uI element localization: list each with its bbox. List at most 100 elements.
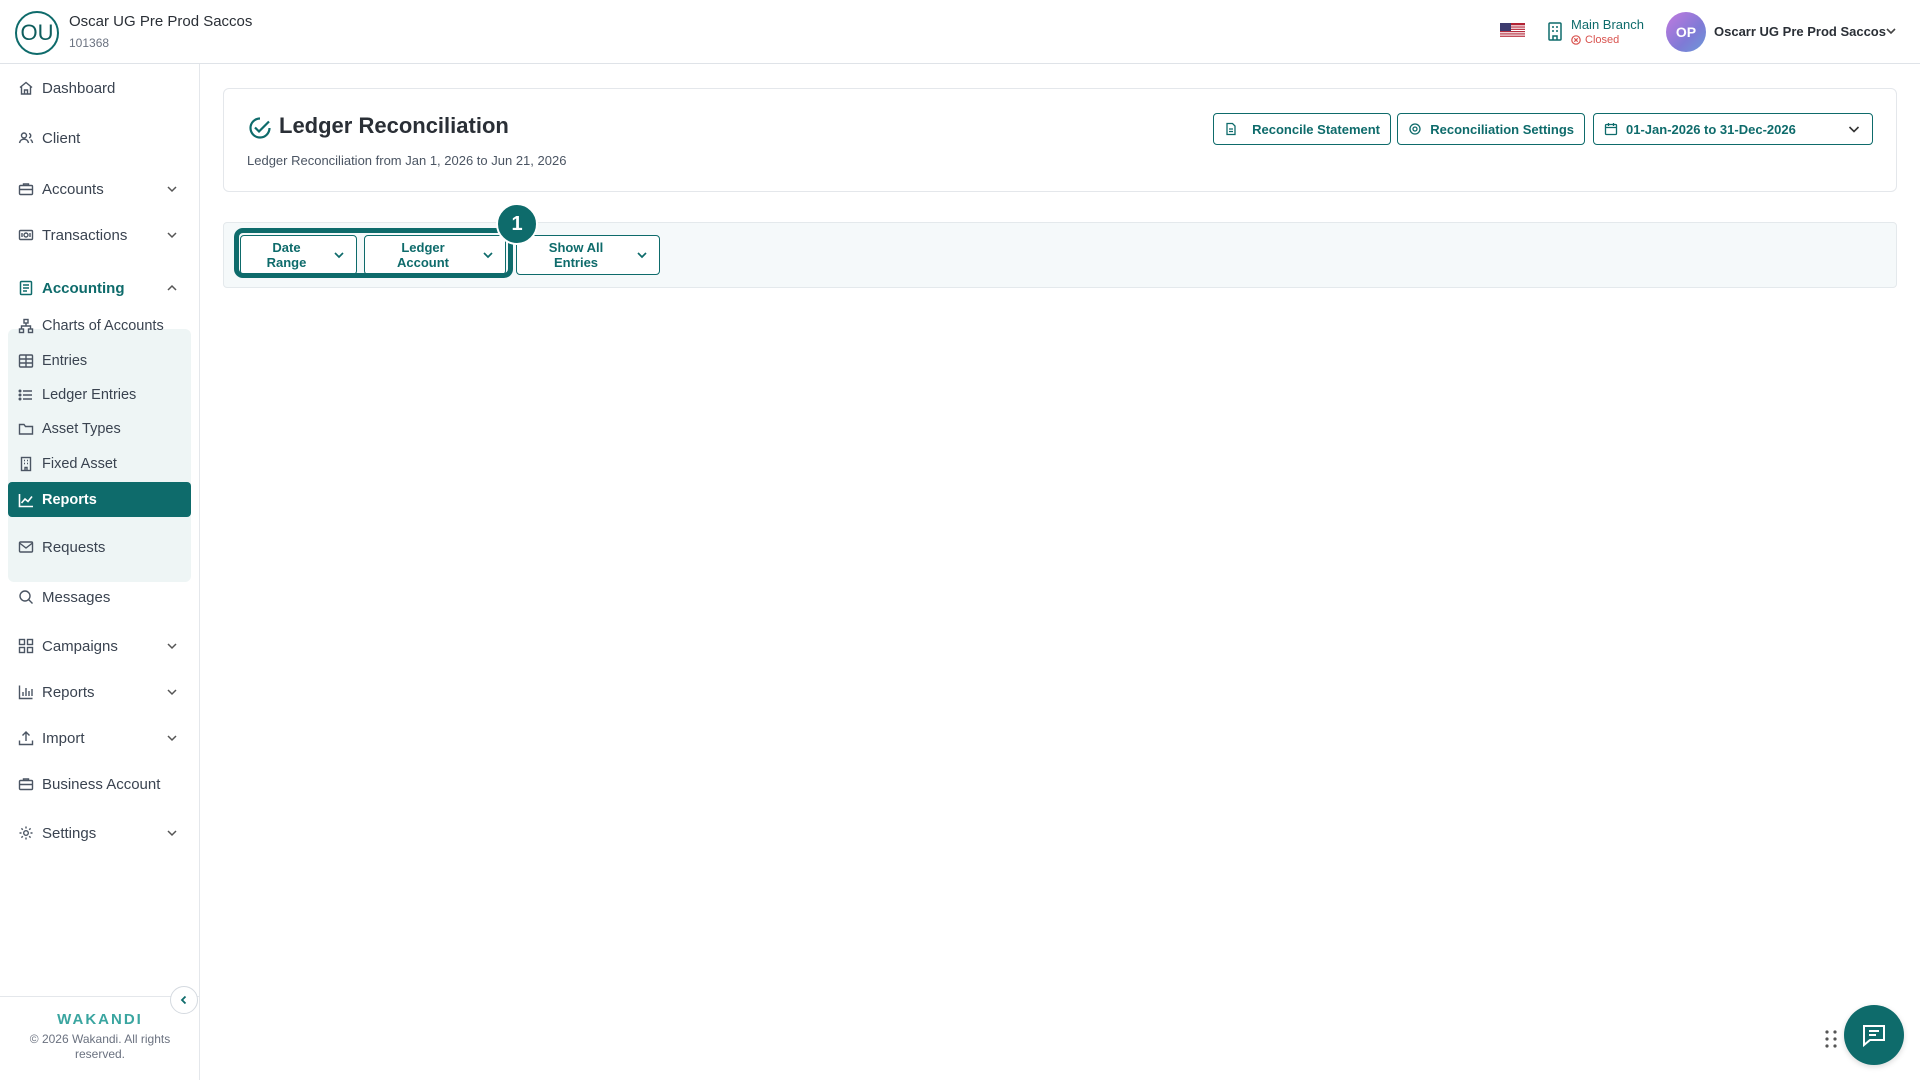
- sidebar-item-label: Business Account: [42, 775, 161, 793]
- page-title: Ledger Reconciliation: [279, 113, 509, 138]
- org-id: 101368: [69, 36, 110, 50]
- bar-chart-icon: [18, 684, 34, 700]
- chevron-down-icon[interactable]: [165, 182, 179, 196]
- users-icon: [18, 130, 34, 146]
- branch-status: Closed: [1571, 34, 1619, 46]
- gear-icon: [18, 825, 34, 841]
- sidebar-item-accounting-reports[interactable]: Reports: [8, 482, 191, 517]
- date-range-picker[interactable]: 01-Jan-2026 to 31-Dec-2026: [1593, 113, 1873, 145]
- sidebar-item-client[interactable]: Client: [8, 120, 191, 156]
- show-entries-filter[interactable]: Show All Entries: [516, 235, 660, 275]
- upload-icon: [18, 730, 34, 746]
- briefcase-icon: [18, 776, 34, 792]
- sidebar-item-asset-types[interactable]: Asset Types: [8, 413, 191, 445]
- money-icon: [18, 227, 34, 243]
- date-range-value: 01-Jan-2026 to 31-Dec-2026: [1626, 121, 1796, 137]
- chevron-down-icon[interactable]: [165, 685, 179, 699]
- sidebar-item-label: Accounting: [42, 279, 125, 297]
- sidebar-item-label: Import: [42, 729, 85, 747]
- sidebar-item-label: Ledger Entries: [42, 387, 137, 403]
- org-name: Oscar UG Pre Prod Saccos: [69, 13, 253, 30]
- sidebar-item-label: Campaigns: [42, 637, 118, 655]
- close-circle-icon: [1571, 35, 1581, 45]
- sidebar-item-transactions[interactable]: Transactions: [8, 217, 191, 253]
- reconciliation-settings-label: Reconciliation Settings: [1430, 121, 1574, 137]
- top-header: OU Oscar UG Pre Prod Saccos 101368 Main …: [0, 0, 1920, 64]
- sidebar-item-campaigns[interactable]: Campaigns: [8, 628, 191, 664]
- org-avatar[interactable]: OU: [15, 11, 59, 55]
- sidebar-item-label: Charts of Accounts: [42, 318, 164, 334]
- sidebar-footer: WAKANDI © 2026 Wakandi. All rights reser…: [0, 996, 200, 1080]
- sidebar-item-label: Entries: [42, 353, 88, 369]
- user-avatar[interactable]: OP: [1666, 12, 1706, 52]
- chevron-down-icon: [635, 248, 649, 262]
- sidebar-item-label: Requests: [42, 538, 106, 556]
- grid-icon: [18, 638, 34, 654]
- tutorial-highlight: [234, 228, 513, 278]
- sidebar-item-dashboard[interactable]: Dashboard: [8, 70, 191, 106]
- sidebar-item-label: Accounts: [42, 180, 104, 198]
- chevron-up-icon[interactable]: [165, 281, 179, 295]
- sidebar-item-label: Reports: [42, 683, 95, 701]
- us-flag-icon[interactable]: [1500, 23, 1525, 38]
- collapse-sidebar-button[interactable]: [170, 986, 198, 1014]
- sidebar-item-label: Fixed Asset: [42, 456, 117, 472]
- tutorial-step-badge: 1: [496, 203, 538, 245]
- branch-building-icon: [1546, 21, 1564, 41]
- chat-bubble-icon: [1860, 1021, 1888, 1049]
- document-icon: [1224, 122, 1238, 136]
- sidebar-item-label: Transactions: [42, 226, 128, 244]
- reconciliation-settings-button[interactable]: Reconciliation Settings: [1397, 113, 1585, 145]
- chat-search-icon: [18, 589, 34, 605]
- chart-line-icon: [18, 492, 34, 508]
- sidebar-item-label: Messages: [42, 588, 111, 606]
- brand-logo: WAKANDI: [57, 1011, 143, 1028]
- building-icon: [18, 456, 34, 472]
- chevron-left-icon: [178, 994, 190, 1006]
- chevron-down-icon[interactable]: [165, 826, 179, 840]
- branch-status-label: Closed: [1585, 34, 1620, 46]
- show-entries-filter-label: Show All Entries: [548, 240, 604, 270]
- sidebar-item-accounting[interactable]: Accounting: [8, 270, 191, 306]
- sidebar-item-charts-of-accounts[interactable]: Charts of Accounts: [8, 310, 191, 342]
- gear-icon: [1408, 122, 1422, 136]
- chevron-down-icon[interactable]: [1884, 24, 1898, 38]
- sidebar-item-label: Dashboard: [42, 79, 116, 97]
- sidebar-item-label: Asset Types: [42, 421, 121, 437]
- sidebar: Dashboard Client Accounts Transactions A…: [0, 64, 200, 1080]
- chevron-down-icon[interactable]: [165, 731, 179, 745]
- sidebar-item-messages[interactable]: Messages: [8, 579, 191, 615]
- copyright: © 2026 Wakandi. All rights reserved.: [29, 1032, 171, 1061]
- calendar-icon: [1604, 122, 1618, 136]
- ledger-icon: [18, 280, 34, 296]
- chevron-down-icon[interactable]: [165, 228, 179, 242]
- sidebar-item-label: Client: [42, 129, 81, 147]
- branch-name[interactable]: Main Branch: [1571, 17, 1644, 32]
- user-menu[interactable]: Oscarr UG Pre Prod Saccos: [1714, 24, 1886, 39]
- sidebar-item-reports[interactable]: Reports: [8, 674, 191, 710]
- sidebar-item-ledger-entries[interactable]: Ledger Entries: [8, 379, 191, 411]
- sidebar-item-settings[interactable]: Settings: [8, 815, 191, 851]
- chat-support-button[interactable]: [1844, 1005, 1904, 1065]
- check-circle-icon: [247, 115, 273, 141]
- page-subtitle: Ledger Reconciliation from Jan 1, 2026 t…: [247, 153, 567, 168]
- sidebar-item-business-account[interactable]: Business Account: [8, 766, 191, 802]
- sidebar-item-import[interactable]: Import: [8, 720, 191, 756]
- sidebar-item-label: Settings: [42, 824, 97, 842]
- sitemap-icon: [18, 318, 34, 334]
- reconcile-statement-button[interactable]: Reconcile Statement: [1213, 113, 1391, 145]
- sidebar-item-accounts[interactable]: Accounts: [8, 171, 191, 207]
- sidebar-item-fixed-asset[interactable]: Fixed Asset: [8, 448, 191, 480]
- sidebar-item-label: Reports: [42, 491, 97, 508]
- chevron-down-icon: [1846, 121, 1862, 137]
- mail-icon: [18, 539, 34, 555]
- sidebar-item-requests[interactable]: Requests: [8, 529, 191, 565]
- home-icon: [18, 80, 34, 96]
- briefcase-icon: [18, 181, 34, 197]
- drag-handle-icon[interactable]: [1823, 1028, 1839, 1050]
- list-icon: [18, 387, 34, 403]
- reconcile-statement-label: Reconcile Statement: [1252, 121, 1380, 137]
- sidebar-item-entries[interactable]: Entries: [8, 345, 191, 377]
- chevron-down-icon[interactable]: [165, 639, 179, 653]
- folder-icon: [18, 421, 34, 437]
